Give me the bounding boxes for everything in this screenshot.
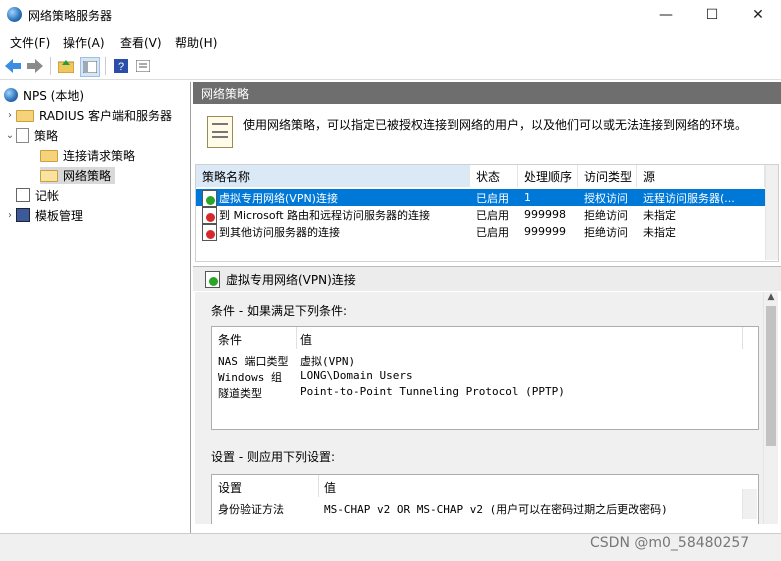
accounting-icon xyxy=(16,188,30,202)
svg-text:?: ? xyxy=(118,61,124,73)
menu-file[interactable]: 文件(F) xyxy=(10,34,50,51)
policy-access: 拒绝访问 xyxy=(584,225,628,239)
policies-table: 策略名称 状态 处理顺序 访问类型 源 虚拟专用网络(VPN)连接 已启用 1 … xyxy=(195,164,779,262)
menu-action[interactable]: 操作(A) xyxy=(63,34,105,51)
notepad-icon xyxy=(207,116,233,148)
tree-label: 连接请求策略 xyxy=(63,148,136,163)
detail-title: 虚拟专用网络(VPN)连接 xyxy=(226,272,356,287)
tree-label: 策略 xyxy=(34,128,59,143)
policy-name[interactable]: 到 Microsoft 路由和远程访问服务器的连接 xyxy=(213,206,470,223)
conditions-box: 条件 值 NAS 端口类型 虚拟(VPN) Windows 组 LONG\Dom… xyxy=(211,326,759,430)
show-hide-tree-icon[interactable] xyxy=(80,57,100,77)
column-divider xyxy=(742,327,743,349)
chevron-down-icon[interactable]: ⌄ xyxy=(4,130,16,141)
column-header-access[interactable]: 访问类型 xyxy=(578,165,637,187)
chevron-right-icon[interactable]: › xyxy=(4,110,16,121)
tree-item-radius[interactable]: › RADIUS 客户端和服务器 xyxy=(0,105,190,125)
policy-source: 远程访问服务器(... xyxy=(643,191,735,205)
policy-source: 未指定 xyxy=(643,225,676,239)
settings-label: 设置 - 则应用下列设置: xyxy=(211,450,336,464)
back-arrow-icon[interactable] xyxy=(4,57,22,75)
policy-name[interactable]: 到其他访问服务器的连接 xyxy=(213,223,470,240)
column-divider xyxy=(296,327,297,349)
scroll-up-icon[interactable]: ▲ xyxy=(764,292,778,302)
help-icon[interactable]: ? xyxy=(112,57,130,75)
window-title: 网络策略服务器 xyxy=(28,9,113,23)
tree-label: RADIUS 客户端和服务器 xyxy=(39,108,173,123)
minimize-button[interactable]: — xyxy=(643,0,689,30)
results-pane: 网络策略 使用网络策略，可以指定已被授权连接到网络的用户，以及他们可以或无法连接… xyxy=(193,82,781,533)
toolbar-separator xyxy=(105,57,106,75)
condition-key: NAS 端口类型 xyxy=(218,355,289,368)
close-button[interactable]: ✕ xyxy=(735,0,781,30)
policy-document-icon xyxy=(16,127,29,143)
tree-item-templates[interactable]: › 模板管理 xyxy=(0,205,190,225)
panel-header: 网络策略 xyxy=(193,82,781,104)
folder-icon xyxy=(16,110,34,122)
tree-label: 网络策略 xyxy=(63,168,112,183)
chevron-right-icon[interactable]: › xyxy=(4,210,16,221)
conditions-col-condition: 条件 xyxy=(218,333,243,347)
condition-value: 虚拟(VPN) xyxy=(300,355,356,368)
conditions-label: 条件 - 如果满足下列条件: xyxy=(211,304,348,318)
tree-item-nps-root[interactable]: NPS (本地) xyxy=(0,85,190,105)
policy-allow-icon xyxy=(205,270,220,288)
policy-order: 1 xyxy=(524,191,531,204)
policy-status: 已启用 xyxy=(476,191,509,205)
tree-label: NPS (本地) xyxy=(23,88,85,103)
policy-status: 已启用 xyxy=(476,225,509,239)
conditions-col-value: 值 xyxy=(300,333,313,347)
detail-pane: 条件 - 如果满足下列条件: 条件 值 NAS 端口类型 虚拟(VPN) Win… xyxy=(195,292,763,524)
toolbar-separator xyxy=(50,57,51,75)
condition-value: LONG\Domain Users xyxy=(300,369,413,382)
detail-header: 虚拟专用网络(VPN)连接 xyxy=(193,266,781,291)
policy-access: 授权访问 xyxy=(584,191,628,205)
setting-key: 身份验证方法 xyxy=(218,503,284,516)
forward-arrow-icon[interactable] xyxy=(26,57,44,75)
console-tree: NPS (本地) › RADIUS 客户端和服务器 ⌄ 策略 连接请求策略 网络… xyxy=(0,82,191,533)
menu-view[interactable]: 查看(V) xyxy=(120,34,162,51)
nps-app-icon xyxy=(7,7,22,22)
maximize-button[interactable]: ☐ xyxy=(689,0,735,30)
tree-label: 记帐 xyxy=(35,188,60,203)
column-header-status[interactable]: 状态 xyxy=(470,165,518,187)
policy-access: 拒绝访问 xyxy=(584,208,628,222)
policy-order: 999998 xyxy=(524,208,566,221)
panel-description: 使用网络策略，可以指定已被授权连接到网络的用户，以及他们可以或无法连接到网络的环… xyxy=(243,118,748,132)
setting-value: MS-CHAP v2 OR MS-CHAP v2 (用户可以在密码过期之后更改密… xyxy=(324,503,668,516)
condition-value: Point-to-Point Tunneling Protocol (PPTP) xyxy=(300,385,565,398)
properties-icon[interactable] xyxy=(134,57,152,75)
tree-item-policies[interactable]: ⌄ 策略 xyxy=(0,125,190,145)
menu-help[interactable]: 帮助(H) xyxy=(175,34,217,51)
tree-label: 模板管理 xyxy=(35,208,84,223)
column-divider xyxy=(318,475,319,497)
column-header-source[interactable]: 源 xyxy=(637,165,765,187)
folder-icon xyxy=(40,150,58,162)
detail-scrollbar[interactable]: ▲ xyxy=(763,292,778,524)
column-header-name[interactable]: 策略名称 xyxy=(196,165,470,187)
condition-key: Windows 组 xyxy=(218,371,282,384)
menu-bar xyxy=(0,30,781,52)
templates-icon xyxy=(16,208,30,222)
settings-box: 设置 值 身份验证方法 MS-CHAP v2 OR MS-CHAP v2 (用户… xyxy=(211,474,759,524)
settings-col-value: 值 xyxy=(324,481,337,495)
open-folder-icon xyxy=(40,170,58,182)
scroll-thumb[interactable] xyxy=(766,306,776,446)
policy-source: 未指定 xyxy=(643,208,676,222)
condition-key: 隧道类型 xyxy=(218,387,262,400)
tree-item-accounting[interactable]: 记帐 xyxy=(0,185,190,205)
settings-scrollbar[interactable] xyxy=(742,489,757,519)
policy-status: 已启用 xyxy=(476,208,509,222)
up-folder-icon[interactable] xyxy=(57,57,75,75)
tree-item-network-policies[interactable]: 网络策略 xyxy=(0,165,190,185)
watermark: CSDN @m0_58480257 xyxy=(590,535,750,551)
tree-item-connection-request-policies[interactable]: 连接请求策略 xyxy=(0,145,190,165)
globe-icon xyxy=(4,88,18,102)
column-header-order[interactable]: 处理顺序 xyxy=(518,165,578,187)
policy-order: 999999 xyxy=(524,225,566,238)
table-scrollbar[interactable] xyxy=(765,165,778,260)
settings-col-setting: 设置 xyxy=(218,481,243,495)
policy-name: 虚拟专用网络(VPN)连接 xyxy=(219,191,338,205)
